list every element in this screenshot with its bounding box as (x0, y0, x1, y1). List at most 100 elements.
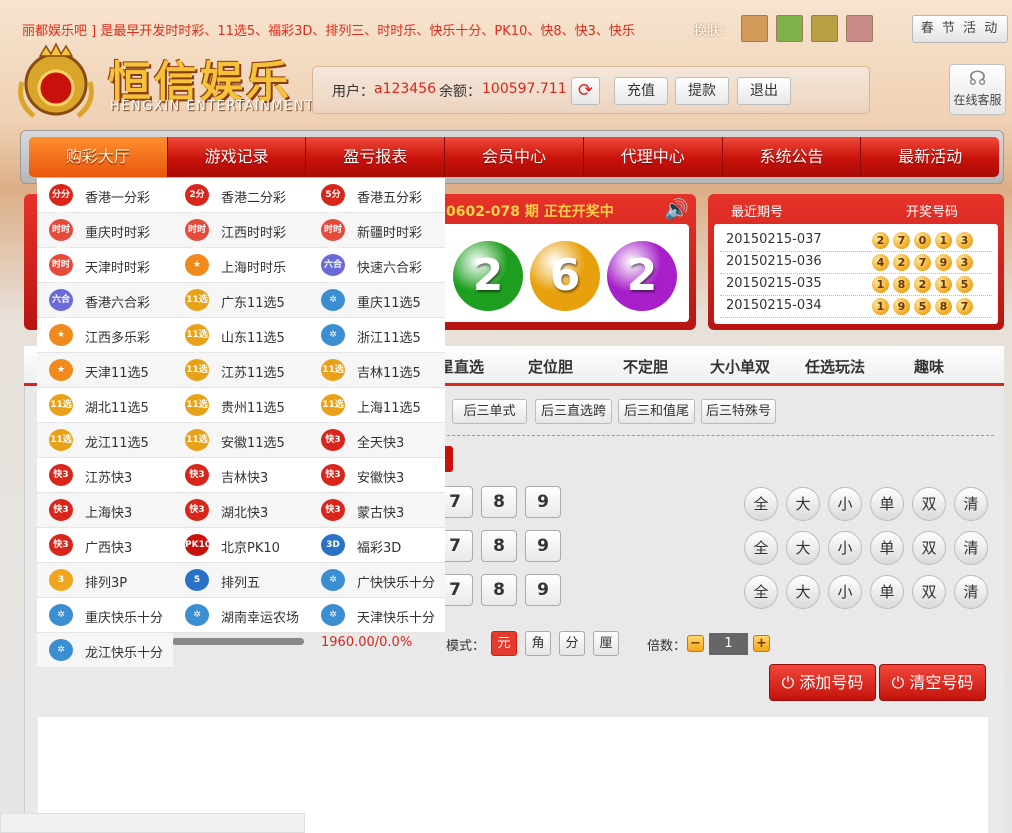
tab-position[interactable]: 定位胆 (528, 356, 573, 377)
lottery-menu-item[interactable]: 11选5 贵州11选5 (173, 388, 309, 432)
lottery-menu-item[interactable]: ★ 上海时时乐 (173, 248, 309, 283)
mode-yuan[interactable]: 元 (491, 631, 517, 656)
multiplier-minus-button[interactable]: − (687, 635, 704, 652)
number-button[interactable]: 9 (525, 574, 561, 606)
quick-select-button[interactable]: 小 (828, 531, 862, 565)
quick-select-button[interactable]: 小 (828, 575, 862, 609)
lottery-menu-item[interactable]: ✲ 龙江快乐十分 (37, 633, 173, 668)
quick-select-button[interactable]: 清 (954, 531, 988, 565)
lottery-menu-item[interactable]: 快3 江苏快3 (37, 458, 173, 493)
quick-select-button[interactable]: 双 (912, 531, 946, 565)
tab-fun[interactable]: 趣味 (914, 356, 944, 377)
logout-button[interactable]: 退出 (737, 77, 791, 105)
withdraw-button[interactable]: 提款 (675, 77, 729, 105)
number-button[interactable]: 8 (481, 530, 517, 562)
quick-select-button[interactable]: 全 (744, 487, 778, 521)
lottery-menu-item[interactable]: 11选5 山东11选5 (173, 318, 309, 362)
skin-swatch-1[interactable] (741, 15, 768, 42)
lottery-menu-item[interactable]: 快3 湖北快3 (173, 493, 309, 528)
quick-select-button[interactable]: 单 (870, 531, 904, 565)
lottery-menu-item[interactable]: 11选5 安徽11选5 (173, 423, 309, 467)
quick-select-button[interactable]: 双 (912, 487, 946, 521)
nav-game-records[interactable]: 游戏记录 (168, 137, 307, 177)
number-button[interactable]: 9 (525, 530, 561, 562)
quick-select-button[interactable]: 单 (870, 487, 904, 521)
lottery-menu-item[interactable]: 快3 全天快3 (309, 423, 445, 458)
lottery-menu-item[interactable]: PK10 北京PK10 (173, 528, 309, 563)
lottery-menu-item[interactable]: 快3 广西快3 (37, 528, 173, 563)
lottery-menu-item[interactable]: ✲ 浙江11选5 (309, 318, 445, 353)
lottery-menu-item[interactable]: 时时彩江西时时彩 (173, 213, 309, 257)
lottery-menu-item[interactable]: 分分彩香港一分彩 (37, 178, 173, 222)
multiplier-plus-button[interactable]: + (753, 635, 770, 652)
lottery-menu-item[interactable]: 11选5 龙江11选5 (37, 423, 173, 467)
quick-select-button[interactable]: 全 (744, 531, 778, 565)
lottery-menu-item[interactable]: ✲ 湖南幸运农场 (173, 598, 309, 633)
nav-agent-center[interactable]: 代理中心 (584, 137, 723, 177)
mode-fen[interactable]: 分 (559, 631, 585, 656)
quick-select-button[interactable]: 大 (786, 531, 820, 565)
lottery-menu-item[interactable]: ✲ 重庆快乐十分 (37, 598, 173, 633)
quick-select-button[interactable]: 清 (954, 487, 988, 521)
quick-select-button[interactable]: 大 (786, 487, 820, 521)
lottery-menu-item[interactable]: 5 排列五 (173, 563, 309, 598)
sub-play-sum-tail[interactable]: 后三和值尾 (618, 399, 695, 424)
add-number-button[interactable]: ⏻ 添加号码 (769, 664, 876, 701)
lottery-menu-item[interactable]: ✲ 重庆11选5 (309, 283, 445, 318)
skin-swatch-2[interactable] (776, 15, 803, 42)
nav-profit-report[interactable]: 盈亏报表 (306, 137, 446, 177)
lottery-menu-item[interactable]: 快3 蒙古快3 (309, 493, 445, 528)
skin-swatch-3[interactable] (811, 15, 838, 42)
quick-select-button[interactable]: 双 (912, 575, 946, 609)
lottery-menu-item[interactable]: 时时彩重庆时时彩 (37, 213, 173, 257)
tab-optional[interactable]: 任选玩法 (805, 356, 865, 377)
lottery-menu-item[interactable]: 11选5 广东11选5 (173, 283, 309, 327)
nav-member-center[interactable]: 会员中心 (445, 137, 584, 177)
customer-service-button[interactable]: ☊ 在线客服 (949, 64, 1006, 115)
lottery-menu-item[interactable]: 快3 吉林快3 (173, 458, 309, 493)
sub-play-special[interactable]: 后三特殊号 (701, 399, 776, 424)
lottery-menu-item[interactable]: 11选5 吉林11选5 (309, 353, 445, 397)
nav-latest-events[interactable]: 最新活动 (861, 137, 999, 177)
lottery-menu-item[interactable]: 2分彩香港二分彩 (173, 178, 309, 222)
sub-play-span[interactable]: 后三直选跨 (535, 399, 612, 424)
skin-swatch-4[interactable] (846, 15, 873, 42)
lottery-menu-item[interactable]: 11选5 上海11选5 (309, 388, 445, 432)
sub-play-single[interactable]: 后三单式 (452, 399, 527, 424)
tab-non-position[interactable]: 不定胆 (623, 356, 668, 377)
tab-big-small[interactable]: 大小单双 (710, 356, 770, 377)
lottery-menu-item[interactable]: 5分彩香港五分彩 (309, 178, 445, 222)
lottery-menu-item[interactable]: ✲ 广快快乐十分 (309, 563, 445, 598)
lottery-menu-item[interactable]: 11选5 江苏11选5 (173, 353, 309, 397)
nav-announcements[interactable]: 系统公告 (723, 137, 862, 177)
number-button[interactable]: 9 (525, 486, 561, 518)
quick-select-button[interactable]: 大 (786, 575, 820, 609)
lottery-menu-item[interactable]: 时时彩新疆时时彩 (309, 213, 445, 257)
lottery-menu-item[interactable]: ✲ 天津快乐十分 (309, 598, 445, 633)
mode-jiao[interactable]: 角 (525, 631, 551, 656)
lottery-menu-item[interactable]: 时时彩天津时时彩 (37, 248, 173, 292)
refresh-balance-icon[interactable]: ⟳ (571, 77, 600, 105)
clear-numbers-button[interactable]: ⏻ 清空号码 (879, 664, 986, 701)
lottery-menu-item[interactable]: 快3 安徽快3 (309, 458, 445, 493)
lottery-menu-item[interactable]: ★ 天津11选5 (37, 353, 173, 388)
quick-select-button[interactable]: 清 (954, 575, 988, 609)
lottery-menu-item[interactable]: 六合彩香港六合彩 (37, 283, 173, 327)
lottery-menu-item[interactable]: 3 排列3P (37, 563, 173, 598)
mode-li[interactable]: 厘 (593, 631, 619, 656)
recharge-button[interactable]: 充值 (614, 77, 668, 105)
number-button[interactable]: 8 (481, 574, 517, 606)
quick-select-button[interactable]: 单 (870, 575, 904, 609)
lottery-menu-item[interactable]: ★ 江西多乐彩 (37, 318, 173, 353)
lottery-menu-item[interactable]: 六合彩快速六合彩 (309, 248, 445, 292)
quick-select-button[interactable]: 全 (744, 575, 778, 609)
lottery-menu-item[interactable]: 快3 上海快3 (37, 493, 173, 528)
lottery-menu-item[interactable]: 11选5 湖北11选5 (37, 388, 173, 432)
speaker-icon[interactable]: 🔊 (664, 197, 689, 221)
nav-lottery-hall[interactable]: 购彩大厅 (29, 137, 168, 177)
lottery-menu-item[interactable]: 3D 福彩3D (309, 528, 445, 563)
number-button[interactable]: 8 (481, 486, 517, 518)
quick-select-button[interactable]: 小 (828, 487, 862, 521)
multiplier-input[interactable]: 1 (709, 633, 748, 655)
spring-event-button[interactable]: 春 节 活 动 (912, 15, 1008, 43)
